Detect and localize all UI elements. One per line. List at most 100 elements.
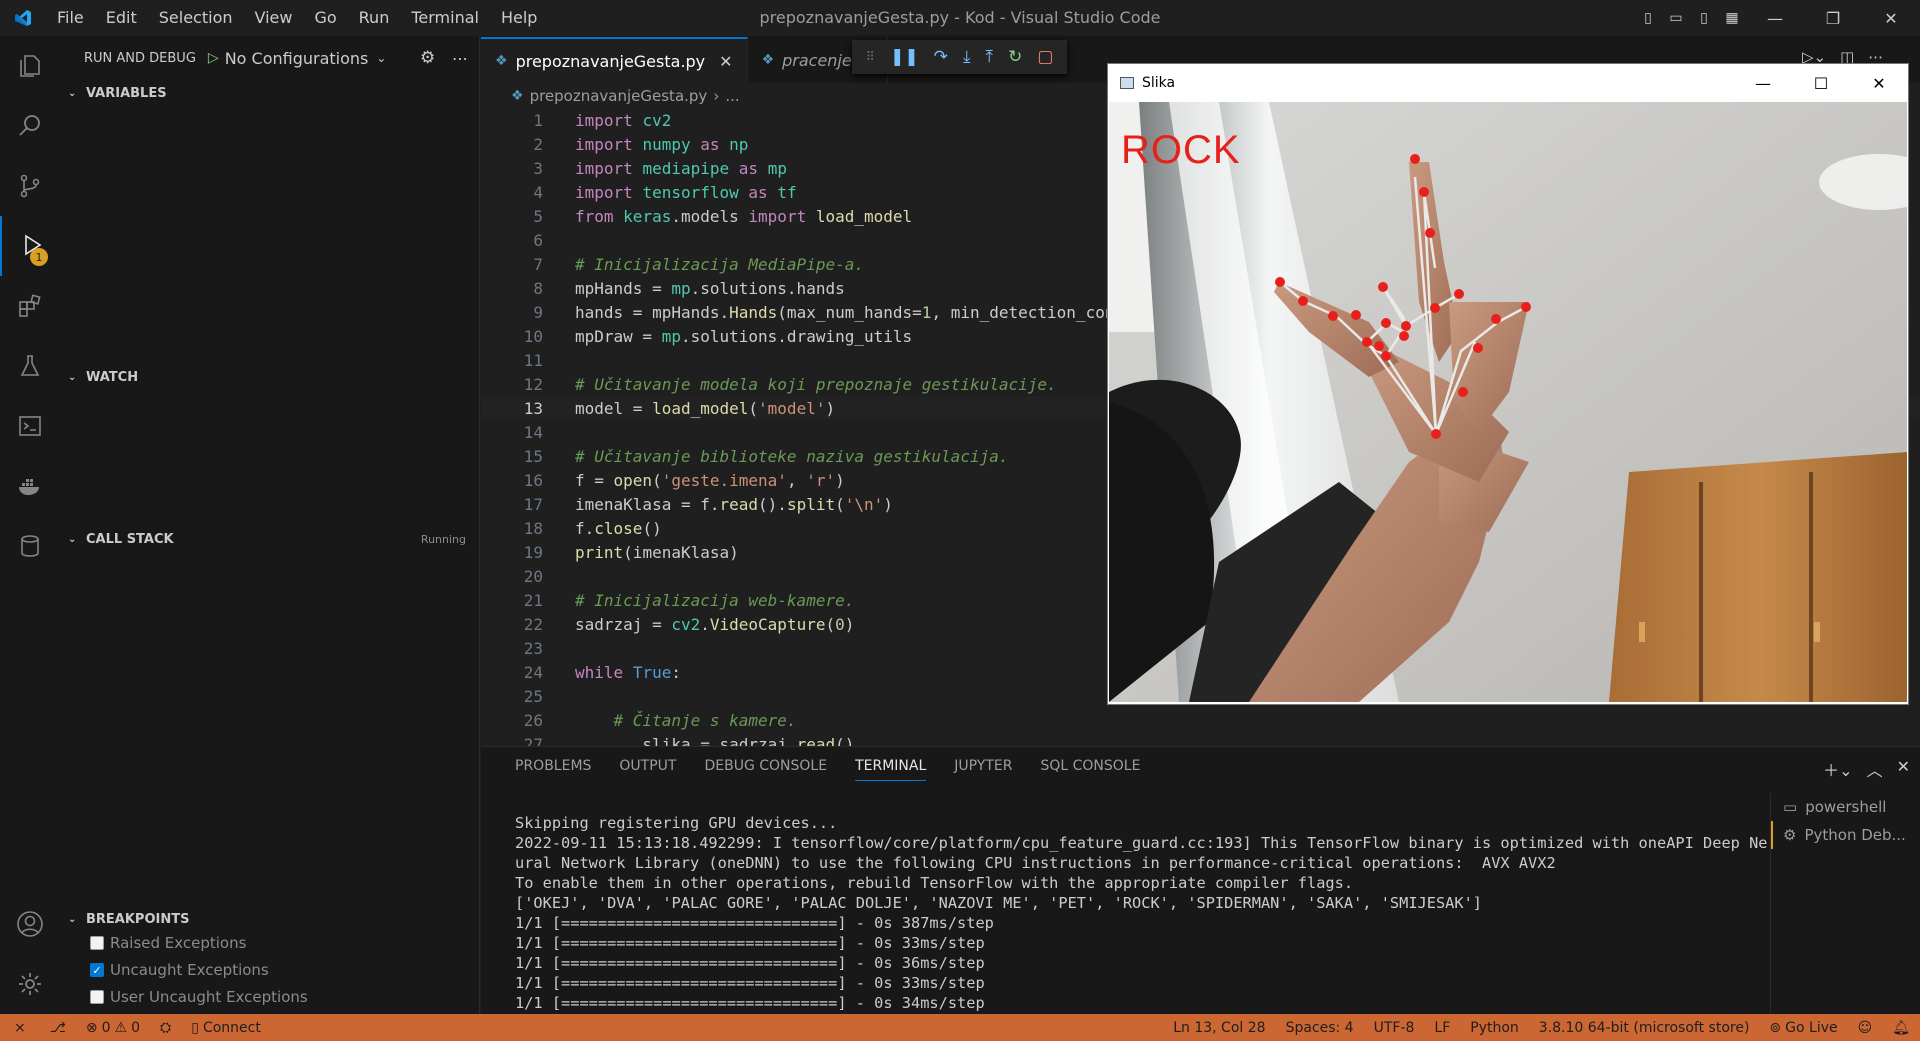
cursor-position[interactable]: Ln 13, Col 28 (1163, 1014, 1275, 1041)
search-icon[interactable] (0, 96, 60, 156)
docker-icon[interactable] (0, 456, 60, 516)
debug-config-select[interactable]: No Configurations ⌄ (225, 49, 387, 68)
close-tab-icon[interactable]: ✕ (719, 52, 732, 71)
menu-file[interactable]: File (46, 0, 95, 36)
bottom-panel: PROBLEMS OUTPUT DEBUG CONSOLE TERMINAL JUPYT… (481, 746, 1920, 1015)
breadcrumb-more[interactable]: ... (725, 87, 739, 105)
breakpoint-raised-exceptions[interactable]: Raised Exceptions (90, 934, 246, 952)
line-number: 9 (533, 302, 543, 322)
gear-icon[interactable]: ⚙ (420, 48, 435, 68)
watch-heading: WATCH (86, 369, 139, 385)
step-into-icon[interactable]: ⤓ (963, 47, 971, 67)
start-debugging-icon[interactable]: ▷ (208, 50, 219, 66)
panel-tab-output[interactable]: OUTPUT (619, 758, 676, 774)
step-out-icon[interactable]: ⤒ (986, 47, 994, 67)
terminal-line: ural Network Library (oneDNN) to use the… (515, 854, 1556, 872)
source-control-icon[interactable] (0, 156, 60, 216)
webcam-image (1109, 102, 1907, 702)
call-stack-status: Running (420, 532, 466, 546)
restart-icon[interactable]: ↻ (1008, 47, 1022, 67)
remote-explorer-icon[interactable] (0, 396, 60, 456)
git-branch-icon[interactable]: ⎇ (40, 1014, 76, 1041)
call-stack-section[interactable]: ⌄ CALL STACK Running (60, 528, 480, 550)
end-of-line[interactable]: LF (1424, 1014, 1460, 1041)
variables-section[interactable]: ⌄ VARIABLES (60, 82, 480, 104)
encoding[interactable]: UTF-8 (1364, 1014, 1425, 1041)
menu-help[interactable]: Help (490, 0, 548, 36)
breakpoint-uncaught-exceptions[interactable]: ✓ Uncaught Exceptions (90, 961, 269, 979)
line-number: 24 (523, 662, 543, 682)
stop-icon[interactable]: ▢ (1037, 47, 1053, 67)
gear-icon[interactable] (0, 954, 60, 1014)
step-over-icon[interactable]: ↷ (934, 47, 948, 67)
image-window-titlebar[interactable]: Slika — ☐ ✕ (1108, 64, 1908, 102)
go-live-label: Go Live (1785, 1019, 1838, 1036)
breakpoints-section[interactable]: ⌄ BREAKPOINTS (60, 908, 480, 930)
breakpoint-checkbox[interactable] (90, 936, 104, 950)
run-and-debug-icon[interactable]: 1 (0, 216, 60, 276)
debug-status-icon[interactable]: ⛭ (150, 1014, 181, 1041)
terminal-item-powershell[interactable]: ▭ powershell (1771, 793, 1920, 821)
more-actions-icon[interactable]: ⋯ (452, 49, 468, 68)
remote-indicator-icon[interactable]: ⨯ (0, 1014, 40, 1041)
panel-tab-debug-console[interactable]: DEBUG CONSOLE (704, 758, 827, 774)
code-text: while True: (575, 662, 681, 682)
breadcrumb-file[interactable]: prepoznavanjeGesta.py (530, 87, 708, 105)
code-line[interactable]: 26 # Čitanje s kamere. (481, 708, 1920, 732)
terminal-output[interactable]: Skipping registering GPU devices... 2022-… (515, 813, 1805, 1013)
new-terminal-icon[interactable]: ＋⌄ (1823, 757, 1852, 781)
indentation[interactable]: Spaces: 4 (1276, 1014, 1364, 1041)
breakpoint-user-uncaught-exceptions[interactable]: User Uncaught Exceptions (90, 988, 308, 1006)
sidebar-title: RUN AND DEBUG (84, 50, 196, 66)
toggle-panel-icon[interactable]: ▭ (1662, 0, 1690, 36)
minimize-button[interactable]: — (1734, 64, 1792, 102)
connect-item[interactable]: ▯ Connect (181, 1014, 271, 1041)
toggle-sidebar-icon[interactable]: ▯ (1634, 0, 1662, 36)
maximize-panel-icon[interactable]: ︿ (1867, 757, 1883, 781)
drag-handle-icon[interactable]: ⠿ (866, 50, 876, 65)
toggle-secondary-sidebar-icon[interactable]: ▯ (1690, 0, 1718, 36)
panel-tab-sql-console[interactable]: SQL CONSOLE (1040, 758, 1140, 774)
line-number: 18 (523, 518, 543, 538)
menu-selection[interactable]: Selection (148, 0, 244, 36)
menu-view[interactable]: View (244, 0, 304, 36)
close-panel-icon[interactable]: ✕ (1897, 757, 1910, 781)
panel-tab-jupyter[interactable]: JUPYTER (954, 758, 1012, 774)
image-window[interactable]: Slika — ☐ ✕ ROCK (1108, 64, 1908, 704)
close-button[interactable]: ✕ (1850, 64, 1908, 102)
breakpoint-checkbox[interactable]: ✓ (90, 963, 104, 977)
code-text: from keras.models import load_model (575, 206, 913, 226)
account-icon[interactable] (0, 894, 60, 954)
terminal-item-python-debug[interactable]: ⚙ Python Deb... (1771, 821, 1920, 849)
pause-icon[interactable]: ❚❚ (890, 47, 919, 67)
minimize-button[interactable]: — (1746, 0, 1804, 36)
python-interpreter[interactable]: 3.8.10 64-bit (microsoft store) (1529, 1014, 1760, 1041)
problems-indicator[interactable]: ⊗ 0 ⚠ 0 (76, 1014, 150, 1041)
breakpoint-checkbox[interactable] (90, 990, 104, 1004)
code-text: mpDraw = mp.solutions.drawing_utils (575, 326, 913, 346)
tab-prepoznavanjegesta[interactable]: ❖ prepoznavanjeGesta.py ✕ (481, 37, 748, 83)
panel-tab-terminal[interactable]: TERMINAL (855, 751, 927, 781)
breadcrumb-separator-icon: › (713, 87, 720, 105)
restore-button[interactable]: ❐ (1804, 0, 1862, 36)
feedback-icon[interactable]: ☺ (1848, 1014, 1883, 1041)
vscode-logo-icon (0, 0, 46, 36)
watch-section[interactable]: ⌄ WATCH (60, 366, 480, 388)
database-icon[interactable] (0, 516, 60, 576)
extensions-icon[interactable] (0, 276, 60, 336)
language-mode[interactable]: Python (1460, 1014, 1529, 1041)
menu-terminal[interactable]: Terminal (400, 0, 490, 36)
testing-icon[interactable] (0, 336, 60, 396)
panel-tab-problems[interactable]: PROBLEMS (515, 758, 591, 774)
go-live-button[interactable]: ⊚ Go Live (1759, 1014, 1847, 1041)
close-button[interactable]: ✕ (1862, 0, 1920, 36)
explorer-icon[interactable] (0, 36, 60, 96)
terminal-line: 1/1 [==============================] - 0… (515, 974, 985, 992)
menu-run[interactable]: Run (348, 0, 401, 36)
menu-go[interactable]: Go (303, 0, 347, 36)
title-bar: File Edit Selection View Go Run Terminal… (0, 0, 1920, 36)
menu-edit[interactable]: Edit (95, 0, 148, 36)
customize-layout-icon[interactable]: ▦ (1718, 0, 1746, 36)
maximize-button[interactable]: ☐ (1792, 64, 1850, 102)
notifications-icon[interactable]: 🔔︎ (1882, 1014, 1920, 1041)
